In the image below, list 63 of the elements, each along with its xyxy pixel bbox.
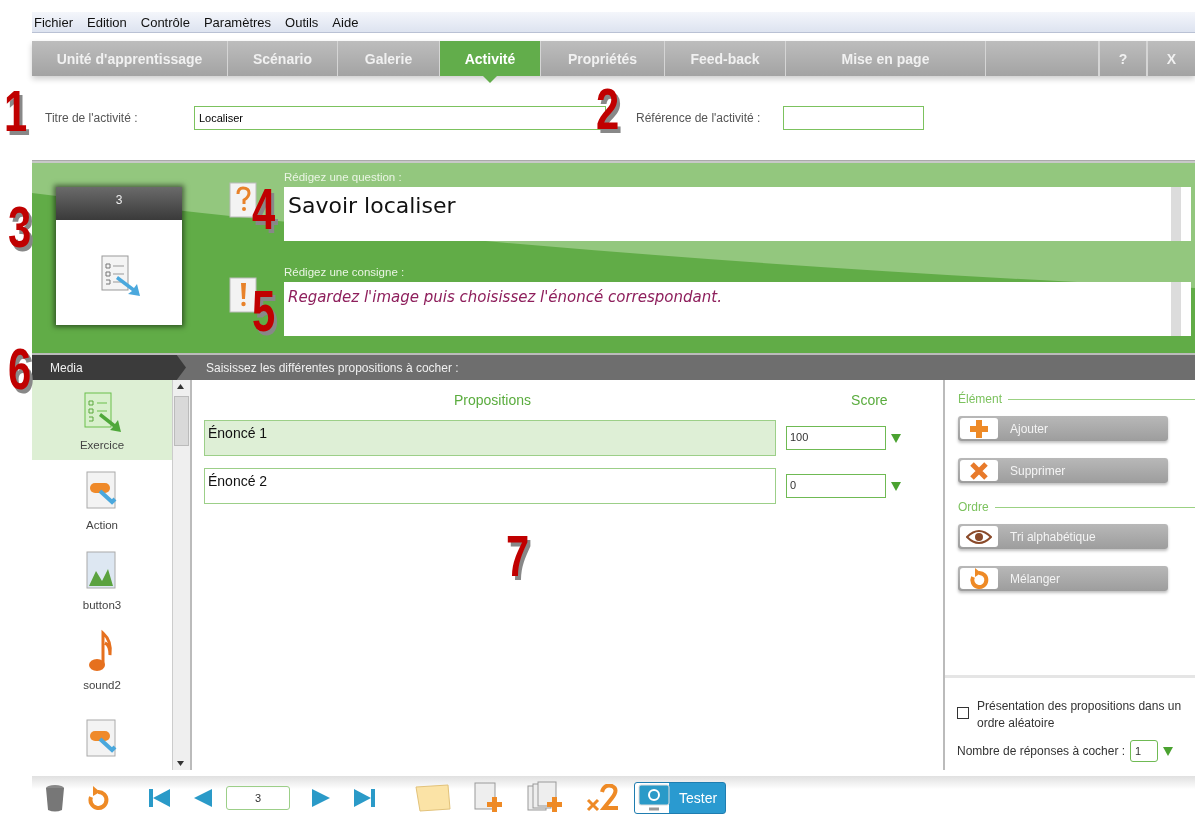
callout-number: 7 <box>506 527 530 585</box>
proposition-field[interactable]: Énoncé 1 <box>204 420 776 456</box>
callout-number: 5 <box>252 282 276 340</box>
instruction-field[interactable]: Regardez l'image puis choisissez l'énoncé correspondant. <box>284 282 1191 336</box>
callout-number: 4 <box>252 180 276 238</box>
section-heading: Saisissez les différentes propositions à cocher : <box>206 360 459 375</box>
column-header: Score <box>851 392 888 408</box>
score-field[interactable]: 0 <box>786 474 886 498</box>
scroll-thumb[interactable] <box>174 396 189 446</box>
reference-field[interactable] <box>783 106 924 130</box>
rotate-arrow-icon <box>969 567 989 590</box>
page-number-field[interactable]: 3 <box>226 786 290 810</box>
plus-icon <box>968 417 990 440</box>
media-label: button3 <box>82 599 122 611</box>
monitor-icon <box>637 783 671 813</box>
eye-icon <box>966 528 992 545</box>
field-label: Référence de l'activité : <box>636 111 762 125</box>
undo-icon[interactable] <box>86 784 110 812</box>
trash-icon[interactable] <box>44 783 66 813</box>
menu-item[interactable]: Paramètres <box>203 14 272 30</box>
menu-item[interactable]: Edition <box>87 14 127 30</box>
column-header: Propositions <box>454 392 532 408</box>
dropdown-arrow-icon[interactable] <box>891 481 901 491</box>
field-label: Rédigez une question : <box>284 171 403 185</box>
field-label: Titre de l'activité : <box>45 111 139 125</box>
menu-item[interactable]: Fichier <box>34 14 73 30</box>
double-icon[interactable] <box>586 784 620 812</box>
group-title: Ordre <box>958 500 989 514</box>
media-item[interactable]: Action <box>32 460 172 540</box>
callout-number: 6 <box>8 340 32 398</box>
menu-item[interactable]: Outils <box>285 14 319 30</box>
media-item[interactable]: button3 <box>32 540 172 620</box>
scrollbar[interactable] <box>172 380 190 770</box>
first-page-icon[interactable] <box>148 787 172 809</box>
score-field[interactable]: 100 <box>786 426 886 450</box>
media-label: sound2 <box>83 679 121 691</box>
menu-item[interactable]: Aide <box>332 14 359 30</box>
group-title: Élément <box>958 392 1003 406</box>
last-page-icon[interactable] <box>352 787 376 809</box>
media-label: Exercice <box>79 439 125 451</box>
field-label: Nombre de réponses à cocher : <box>957 744 1126 758</box>
field-label: Rédigez une consigne : <box>284 266 406 280</box>
checkbox[interactable] <box>957 707 969 719</box>
menu-item[interactable]: Contrôle <box>140 14 190 30</box>
dropdown-arrow-icon[interactable] <box>891 433 901 443</box>
sticky-note-icon[interactable] <box>414 783 452 813</box>
next-icon[interactable] <box>310 787 332 809</box>
answer-count-field[interactable]: 1 <box>1130 740 1159 762</box>
dropdown-arrow-icon[interactable] <box>1163 746 1174 756</box>
checkbox-label: Présentation des propositions dans un ordre aléatoire <box>977 698 1183 732</box>
thumbnail-number: 3 <box>56 187 182 220</box>
cross-icon <box>969 460 989 481</box>
proposition-field[interactable]: Énoncé 2 <box>204 468 776 504</box>
previous-icon[interactable] <box>192 787 214 809</box>
media-header: Media <box>32 355 186 380</box>
media-item[interactable]: sound2 <box>32 620 172 700</box>
activity-thumbnail[interactable]: 3 <box>56 187 182 325</box>
callout-number: 1 <box>4 82 28 140</box>
callout-number: 3 <box>8 198 32 256</box>
media-label: Action <box>86 519 118 531</box>
media-item[interactable]: Exercice <box>32 380 172 460</box>
tab-pointer-icon <box>483 76 497 83</box>
question-field[interactable]: Savoir localiser <box>284 187 1191 241</box>
